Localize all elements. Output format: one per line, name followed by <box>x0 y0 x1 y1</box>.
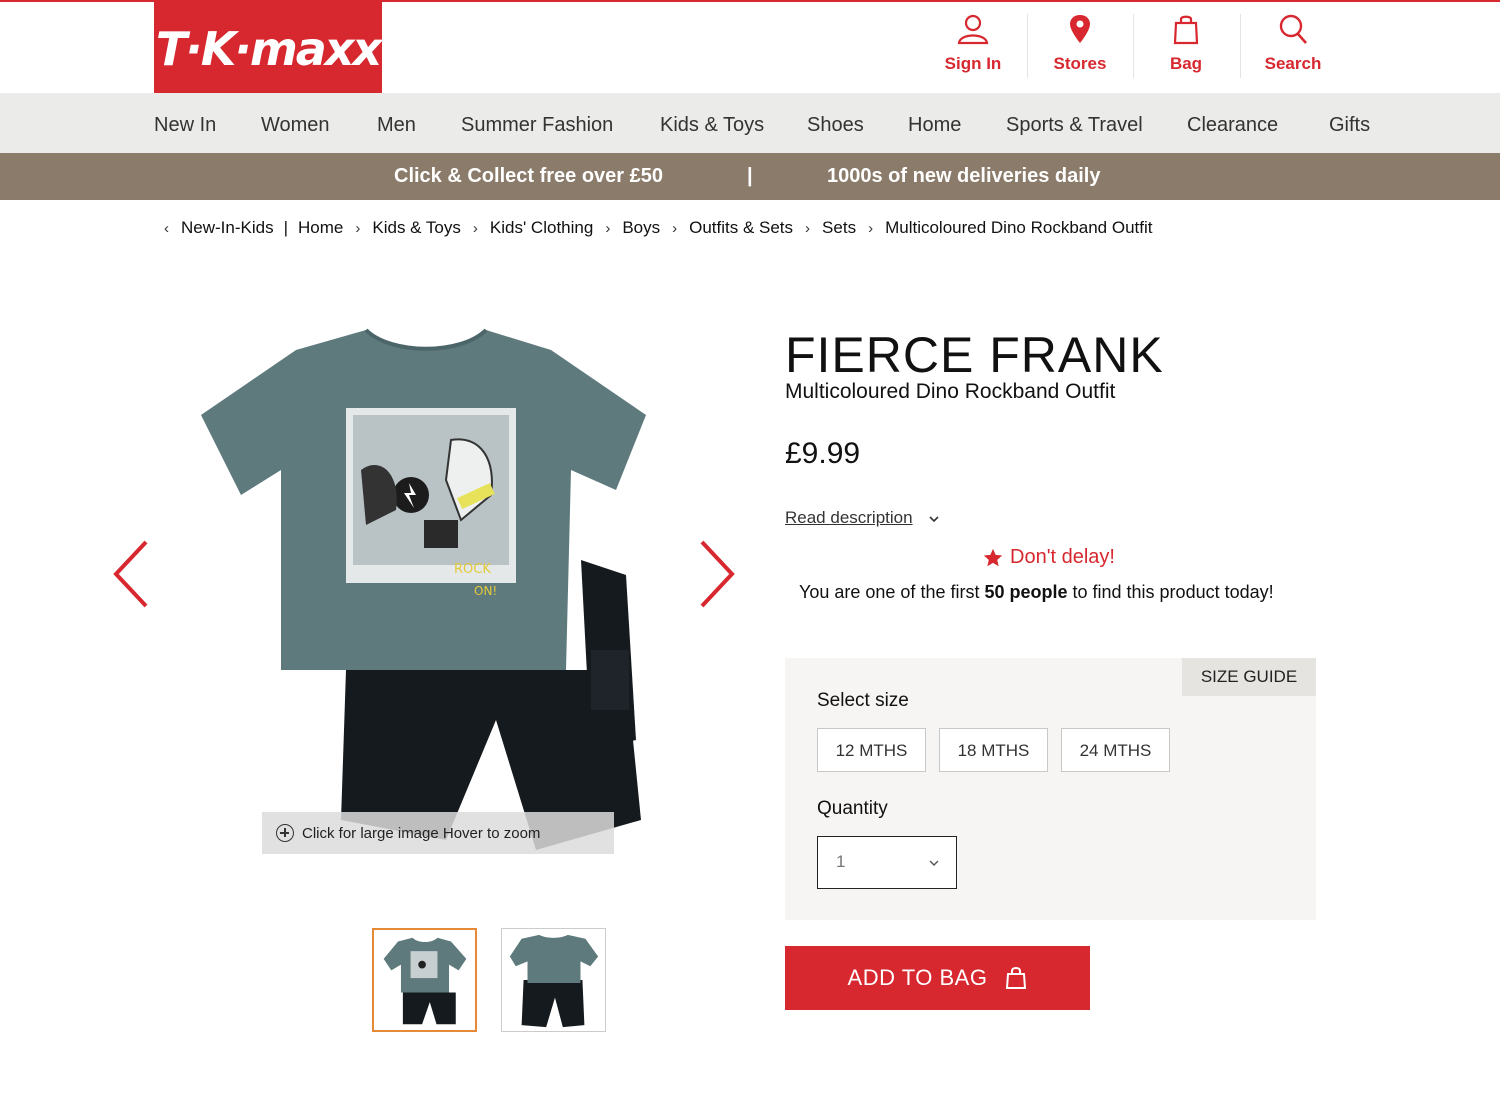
size-option-24-mths[interactable]: 24 MTHS <box>1061 728 1170 772</box>
urgency-pre: You are one of the first <box>799 582 985 602</box>
thumbnail-back-image <box>509 934 599 1028</box>
chevron-right-icon: › <box>472 219 478 237</box>
urgency-banner: Don't delay! <box>982 546 1115 569</box>
chevron-right-icon: › <box>355 219 361 237</box>
urgency-count: 50 people <box>984 582 1068 602</box>
urgency-message: You are one of the first 50 people to fi… <box>799 582 1274 603</box>
chevron-right-icon: › <box>672 219 678 237</box>
quantity-label: Quantity <box>817 798 888 819</box>
breadcrumb-kids-toys[interactable]: Kids & Toys <box>372 218 461 238</box>
breadcrumb-outfits-sets[interactable]: Outfits & Sets <box>689 218 793 238</box>
chevron-right-icon: › <box>868 219 874 237</box>
nav-item-clearance[interactable]: Clearance <box>1187 93 1278 153</box>
thumbnail-front-image <box>383 937 467 1025</box>
user-icon <box>957 14 989 45</box>
promo-banner: Click & Collect free over £50 | 1000s of… <box>0 153 1500 200</box>
logo-text: T·K·maxx <box>155 22 382 76</box>
bag-label: Bag <box>1169 54 1203 73</box>
sign-in-label: Sign In <box>944 54 1002 73</box>
product-brand: FIERCE FRANK <box>785 327 1164 383</box>
quantity-value: 1 <box>836 852 846 871</box>
gallery-prev-arrow-icon[interactable] <box>108 536 154 612</box>
svg-text:ROCK: ROCK <box>454 562 491 577</box>
nav-item-kids-toys[interactable]: Kids & Toys <box>660 93 764 153</box>
promo-click-collect[interactable]: Click & Collect free over £50 <box>394 153 663 200</box>
nav-item-new-in[interactable]: New In <box>154 93 216 153</box>
stores-link[interactable]: Stores <box>1027 12 1133 82</box>
chevron-left-icon: ‹ <box>164 219 169 237</box>
zoom-plus-icon <box>276 824 294 842</box>
bag-icon <box>1173 15 1199 45</box>
nav-item-shoes[interactable]: Shoes <box>807 93 864 153</box>
breadcrumb-current: Multicoloured Dino Rockband Outfit <box>885 218 1153 237</box>
size-option-18-mths[interactable]: 18 MTHS <box>939 728 1048 772</box>
nav-item-gifts[interactable]: Gifts <box>1329 93 1370 153</box>
search-icon <box>1279 14 1307 44</box>
select-size-label: Select size <box>817 690 909 711</box>
location-pin-icon <box>1070 15 1090 43</box>
main-nav: New In Women Men Summer Fashion Kids & T… <box>0 93 1500 153</box>
urgency-post: to find this product today! <box>1067 582 1274 602</box>
chevron-right-icon: › <box>605 219 611 237</box>
product-name: Multicoloured Dino Rockband Outfit <box>785 380 1116 403</box>
chevron-right-icon: › <box>805 219 811 237</box>
breadcrumb-sets[interactable]: Sets <box>822 218 856 238</box>
gallery-next-arrow-icon[interactable] <box>694 536 740 612</box>
tkmaxx-logo[interactable]: T·K·maxx <box>154 0 382 98</box>
zoom-hint-text: Click for large image Hover to zoom <box>302 824 541 842</box>
size-option-12-mths[interactable]: 12 MTHS <box>817 728 926 772</box>
product-price: £9.99 <box>785 437 861 470</box>
nav-item-women[interactable]: Women <box>261 93 330 153</box>
breadcrumb-back-link[interactable]: New-In-Kids <box>181 218 274 238</box>
bag-link[interactable]: Bag <box>1133 12 1239 82</box>
breadcrumb-boys[interactable]: Boys <box>622 218 660 238</box>
breadcrumb: ‹ New-In-Kids | Home › Kids & Toys › Kid… <box>164 216 1153 240</box>
sign-in-link[interactable]: Sign In <box>920 12 1026 82</box>
urgency-title: Don't delay! <box>1010 546 1115 568</box>
nav-item-sports-travel[interactable]: Sports & Travel <box>1006 93 1143 153</box>
search-link[interactable]: Search <box>1240 12 1346 82</box>
nav-item-men[interactable]: Men <box>377 93 416 153</box>
zoom-hint[interactable]: Click for large image Hover to zoom <box>262 812 614 854</box>
promo-new-deliveries[interactable]: 1000s of new deliveries daily <box>827 153 1100 200</box>
thumbnail-2[interactable] <box>501 928 606 1032</box>
nav-item-summer-fashion[interactable]: Summer Fashion <box>461 93 613 153</box>
read-description-link[interactable]: Read description <box>785 508 913 528</box>
product-main-image[interactable]: ROCK ON! <box>196 320 656 875</box>
quantity-select[interactable]: 1 <box>817 836 957 889</box>
search-label: Search <box>1264 54 1322 73</box>
breadcrumb-kids-clothing[interactable]: Kids' Clothing <box>490 218 593 238</box>
breadcrumb-divider: | <box>283 218 289 237</box>
thumbnail-1[interactable] <box>372 928 477 1032</box>
size-guide-button[interactable]: SIZE GUIDE <box>1182 658 1316 696</box>
add-to-bag-label: ADD TO BAG <box>847 965 988 990</box>
chevron-down-icon <box>929 860 939 866</box>
promo-divider: | <box>747 165 753 187</box>
star-icon <box>983 548 1003 566</box>
nav-item-home[interactable]: Home <box>908 93 961 153</box>
breadcrumb-home[interactable]: Home <box>298 218 343 238</box>
add-to-bag-button[interactable]: ADD TO BAG <box>785 946 1090 1010</box>
svg-text:ON!: ON! <box>474 584 497 598</box>
bag-icon <box>1006 967 1027 989</box>
stores-label: Stores <box>1053 54 1107 73</box>
chevron-down-icon[interactable] <box>927 512 941 526</box>
